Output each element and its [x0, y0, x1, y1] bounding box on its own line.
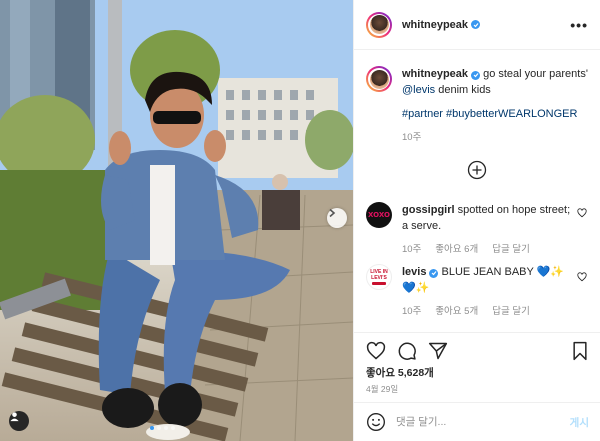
- emoji-icon[interactable]: [366, 412, 386, 432]
- post-header: whitneypeak •••: [354, 0, 600, 50]
- post-side-panel: whitneypeak ••• whitneypeak go steal you…: [353, 0, 600, 441]
- carousel-dot-active: [150, 426, 154, 430]
- comment-item: LIVE IN LEVI'S levis BLUE JEAN BABY 💙✨💙✨…: [366, 264, 589, 320]
- caption-text-end: denim kids: [435, 84, 491, 96]
- comment-input[interactable]: [396, 416, 570, 428]
- more-options-button[interactable]: •••: [570, 17, 588, 33]
- verified-badge-icon: [471, 20, 481, 29]
- comment-likes[interactable]: 좋아요 6개: [435, 242, 478, 258]
- caption-age: 10주: [402, 132, 422, 143]
- commenter-username[interactable]: levis: [402, 266, 426, 278]
- reply-button[interactable]: 답글 달기: [492, 242, 530, 258]
- comment-like-heart-icon[interactable]: [577, 272, 587, 282]
- carousel-dot: [171, 426, 175, 430]
- carousel-indicator: [150, 426, 175, 430]
- author-username[interactable]: whitneypeak: [402, 19, 468, 31]
- next-photo-button[interactable]: [327, 208, 347, 228]
- caption-text-start: go steal your parents': [480, 68, 588, 80]
- carousel-dot: [164, 426, 168, 430]
- author-avatar[interactable]: [366, 11, 392, 38]
- comment-body: gossipgirl spotted on hope street; a ser…: [402, 202, 589, 258]
- comment-body: levis BLUE JEAN BABY 💙✨💙✨ 10주 좋아요 5개 답글 …: [402, 264, 589, 320]
- post-comment-button[interactable]: 게시: [570, 415, 589, 430]
- commenter-avatar[interactable]: XOXO: [366, 202, 392, 228]
- likes-count[interactable]: 좋아요 5,628개: [366, 365, 434, 380]
- post-actions: 좋아요 5,628개 4월 29일: [354, 332, 600, 402]
- heart-icon[interactable]: [366, 341, 386, 361]
- reply-button[interactable]: 답글 달기: [492, 304, 530, 320]
- comment-icon[interactable]: [397, 341, 417, 361]
- levis-logo-text: LIVE IN LEVI'S: [370, 269, 388, 281]
- commenter-username[interactable]: gossipgirl: [402, 204, 455, 216]
- post-photo[interactable]: [0, 0, 353, 441]
- caption-mention-link[interactable]: @levis: [402, 84, 435, 96]
- share-icon[interactable]: [428, 341, 448, 361]
- commenter-avatar[interactable]: LIVE IN LEVI'S: [366, 264, 392, 290]
- comment-like-heart-icon[interactable]: [577, 208, 587, 218]
- comment-item: XOXO gossipgirl spotted on hope street; …: [366, 202, 589, 258]
- caption-hashtags[interactable]: #partner #buybetterWEARLONGER: [402, 106, 589, 122]
- plus-circle-icon[interactable]: [467, 160, 487, 180]
- chevron-right-icon: [329, 208, 336, 218]
- caption-body: whitneypeak go steal your parents' @levi…: [402, 66, 589, 146]
- tagged-users-button[interactable]: [9, 411, 29, 431]
- bookmark-icon[interactable]: [571, 341, 589, 361]
- carousel-dot: [157, 426, 161, 430]
- post-date: 4월 29일: [366, 384, 399, 394]
- comment-age: 10주: [402, 306, 422, 317]
- photo-illustration: [0, 0, 353, 441]
- caption-avatar[interactable]: [366, 66, 392, 92]
- caption-username[interactable]: whitneypeak: [402, 68, 468, 80]
- verified-badge-icon: [471, 70, 481, 80]
- comment-age: 10주: [402, 244, 422, 255]
- user-tag-icon: [10, 412, 19, 422]
- caption: whitneypeak go steal your parents' @levi…: [366, 66, 589, 146]
- add-comment-bar: 게시: [354, 402, 600, 441]
- comments-list: whitneypeak go steal your parents' @levi…: [354, 50, 600, 332]
- comment-likes[interactable]: 좋아요 5개: [435, 304, 478, 320]
